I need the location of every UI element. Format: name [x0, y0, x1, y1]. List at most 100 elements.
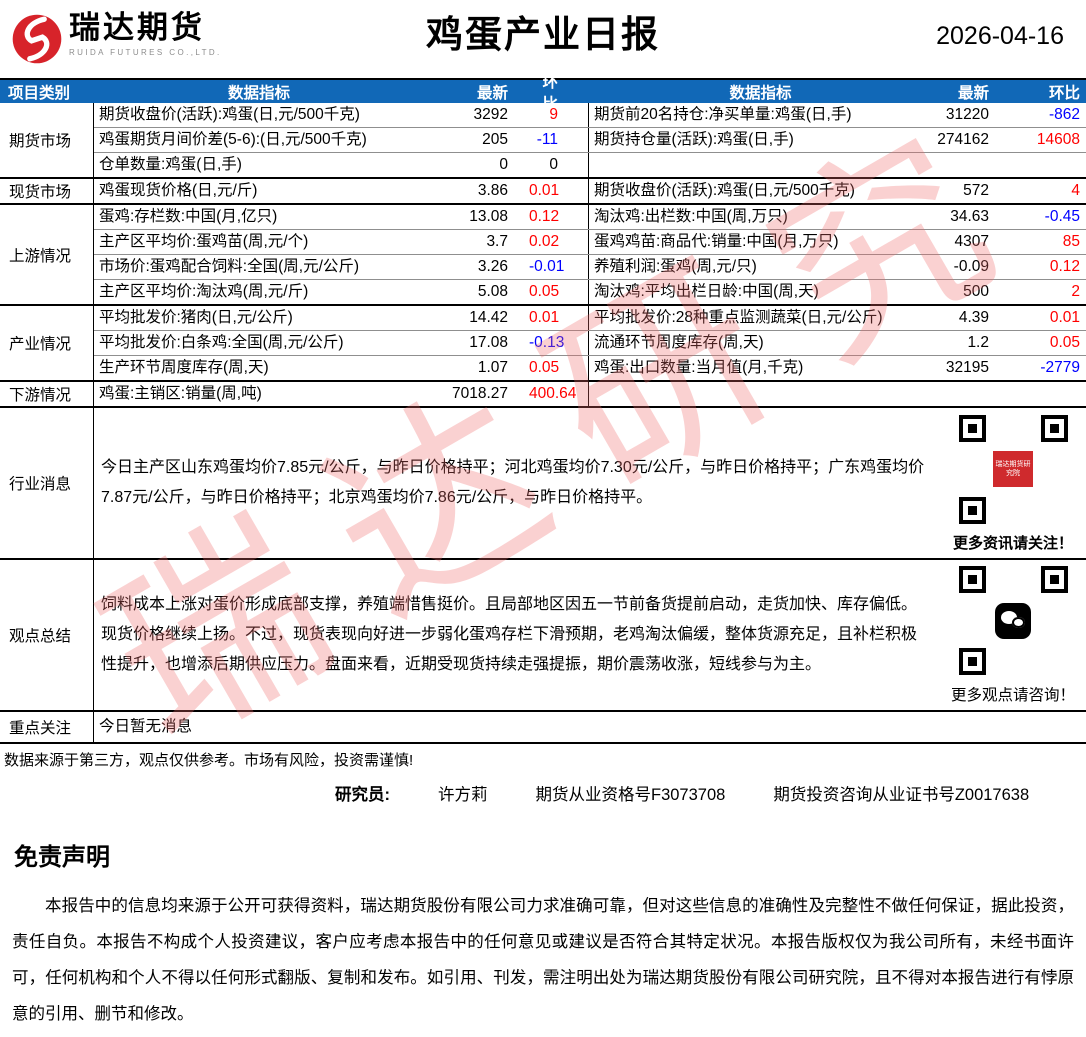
category-label: 产业情况: [0, 306, 94, 380]
qr-caption: 更多观点请咨询！: [950, 687, 1075, 704]
researcher-line: 研究员: 许方莉 期货从业资格号F3073708 期货投资咨询从业证书号Z001…: [0, 772, 1086, 805]
table-row: 平均批发价:猪肉(日,元/公斤) 14.42 0.01 平均批发价:28种重点监测蔬菜…: [94, 306, 1086, 330]
change-value: 4: [1071, 182, 1080, 200]
wechat-icon: [995, 602, 1031, 639]
indicator-label: 期货收盘价(活跃):鸡蛋(日,元/500千克): [99, 106, 360, 124]
indicator-label: 期货收盘价(活跃):鸡蛋(日,元/500千克): [588, 179, 933, 203]
table-row: 仓单数量:鸡蛋(日,手) 0 0: [94, 152, 1086, 177]
table-section: 下游情况 鸡蛋:主销区:销量(周,吨) 7018.27 400.64: [0, 382, 1086, 408]
table-row: 鸡蛋现货价格(日,元/斤) 3.86 0.01 期货收盘价(活跃):鸡蛋(日,元/50…: [94, 179, 1086, 203]
change-value: 0.05: [529, 283, 560, 301]
change-value: -0.45: [1044, 208, 1080, 226]
table-row: 主产区平均价:淘汰鸡(周,元/斤) 5.08 0.05 淘汰鸡:平均出栏日龄:中国(周…: [94, 279, 1086, 304]
latest-value: 5.08: [477, 283, 508, 301]
table-section: 现货市场 鸡蛋现货价格(日,元/斤) 3.86 0.01 期货收盘价(活跃):鸡蛋(日,…: [0, 179, 1086, 205]
qr-finder-icon: [958, 566, 986, 593]
indicator-label: 主产区平均价:蛋鸡苗(周,元/个): [99, 233, 309, 251]
latest-value: 205: [482, 131, 508, 149]
table-header-row: 项目类别 数据指标 最新 环比 数据指标 最新 环比: [0, 74, 1086, 113]
report-header: 瑞达期货 RUIDA FUTURES CO.,LTD. 鸡蛋产业日报 2026-…: [0, 0, 1086, 78]
disclaimer-body: 本报告中的信息均来源于公开可获得资料，瑞达期货股份有限公司力求准确可靠，但对这些…: [12, 897, 1074, 1023]
table-row: 蛋鸡:存栏数:中国(月,亿只) 13.08 0.12 淘汰鸡:出栏数:中国(周,万只)…: [94, 205, 1086, 229]
report-page: 瑞达期货 RUIDA FUTURES CO.,LTD. 鸡蛋产业日报 2026-…: [0, 0, 1086, 1037]
latest-value: 274162: [937, 131, 989, 149]
column-header: 环比: [1048, 84, 1080, 102]
table-row: 市场价:蛋鸡配合饲料:全国(周,元/公斤) 3.26 -0.01 养殖利润:蛋鸡(周,…: [94, 254, 1086, 279]
qr-finder-icon: [958, 496, 986, 524]
column-header: 最新: [476, 84, 508, 102]
researcher-name: 许方莉: [438, 786, 488, 804]
researcher-qualification: 期货从业资格号F3073708: [535, 786, 726, 804]
latest-value: 3.26: [477, 258, 508, 276]
indicator-label: 鸡蛋现货价格(日,元/斤): [99, 182, 258, 200]
qr-finder-icon: [1040, 414, 1068, 442]
latest-value: 3.7: [486, 233, 508, 251]
latest-value: 4307: [954, 233, 989, 251]
section-text: 饲料成本上涨对蛋价形成底部支撑，养殖端惜售挺价。且局部地区因五一节前备货提前启动…: [101, 596, 918, 673]
change-value: -0.01: [529, 258, 565, 276]
change-value: -11: [536, 131, 558, 149]
latest-value: 4.39: [958, 309, 989, 327]
indicator-label: 蛋鸡鸡苗:商品代:销量:中国(月,万只): [588, 230, 933, 254]
indicator-label: 仓单数量:鸡蛋(日,手): [99, 156, 242, 174]
table-row: 鸡蛋期货月间价差(5-6):(日,元/500千克) 205 -11 期货持仓量(活跃)…: [94, 127, 1086, 152]
section-rows: 期货收盘价(活跃):鸡蛋(日,元/500千克) 3292 9 期货前20名持仓:净买单…: [94, 103, 1086, 177]
indicator-label: 鸡蛋期货月间价差(5-6):(日,元/500千克): [99, 131, 367, 149]
column-header: 数据指标: [227, 84, 290, 102]
indicator-label: 平均批发价:28种重点监测蔬菜(日,元/公斤): [588, 306, 933, 330]
table-row: 生产环节周度库存(周,天) 1.07 0.05 鸡蛋:出口数量:当月值(月,千克) 32…: [94, 355, 1086, 380]
researcher-advisor-cert: 期货投资咨询从业证书号Z0017638: [773, 786, 1030, 804]
change-value: 0.02: [529, 233, 560, 251]
table-section: 重点关注 今日暂无消息: [0, 712, 1086, 744]
page-title: 鸡蛋产业日报: [426, 14, 660, 55]
indicator-label: 市场价:蛋鸡配合饲料:全国(周,元/公斤): [99, 258, 360, 276]
indicator-label: 养殖利润:蛋鸡(周,元/只): [588, 255, 933, 279]
indicator-label: 主产区平均价:淘汰鸡(周,元/斤): [99, 283, 309, 301]
change-value: 0.01: [529, 182, 560, 200]
change-value: 0.05: [529, 359, 560, 377]
section-content: 今日主产区山东鸡蛋均价7.85元/公斤，与昨日价格持平；河北鸡蛋均价7.30元/…: [94, 408, 1086, 558]
qr-caption: 更多资讯请关注！: [952, 534, 1073, 552]
latest-value: 14.42: [469, 309, 508, 327]
change-value: 9: [549, 106, 558, 124]
table-section: 产业情况 平均批发价:猪肉(日,元/公斤) 14.42 0.01 平均批发价:28种重点…: [0, 306, 1086, 382]
latest-value: 500: [963, 283, 989, 301]
researcher-label: 研究员:: [335, 786, 390, 804]
category-label: 下游情况: [0, 382, 94, 406]
table-row: 主产区平均价:蛋鸡苗(周,元/个) 3.7 0.02 蛋鸡鸡苗:商品代:销量:中国(月…: [94, 229, 1086, 254]
table-body: 期货市场 期货收盘价(活跃):鸡蛋(日,元/500千克) 3292 9 期货前20名持仓…: [0, 103, 1086, 744]
category-label: 上游情况: [0, 205, 94, 304]
risk-note: 数据来源于第三方，观点仅供参考。市场有风险，投资需谨慎!: [4, 752, 414, 769]
indicator-label: 蛋鸡:存栏数:中国(月,亿只): [99, 208, 278, 226]
latest-value: 3.86: [477, 182, 508, 200]
section-content: 饲料成本上涨对蛋价形成底部支撑，养殖端惜售挺价。且局部地区因五一节前备货提前启动…: [94, 560, 1086, 710]
indicator-label: 平均批发价:猪肉(日,元/公斤): [99, 309, 293, 327]
column-header: 最新: [957, 84, 989, 102]
report-date: 2026-04-16: [936, 22, 1064, 50]
qr-block: 更多观点请咨询！: [940, 561, 1086, 709]
section-rows: 平均批发价:猪肉(日,元/公斤) 14.42 0.01 平均批发价:28种重点监测蔬菜…: [94, 306, 1086, 380]
indicator-label: 期货持仓量(活跃):鸡蛋(日,手): [588, 128, 933, 152]
indicator-label: 淘汰鸡:平均出栏日龄:中国(周,天): [588, 280, 933, 304]
indicator-label: 生产环节周度库存(周,天): [99, 359, 269, 377]
indicator-label: 流通环节周度库存(周,天): [588, 331, 933, 355]
qr-finder-icon: [958, 414, 986, 442]
change-value: 0: [549, 156, 558, 174]
latest-value: 34.63: [950, 208, 989, 226]
table-section: 观点总结 饲料成本上涨对蛋价形成底部支撑，养殖端惜售挺价。且局部地区因五一节前备货…: [0, 560, 1086, 712]
category-label: 重点关注: [0, 712, 94, 742]
latest-value: 17.08: [469, 334, 508, 352]
latest-value: 0: [499, 156, 508, 174]
qr-finder-icon: [1040, 566, 1068, 593]
change-value: -862: [1048, 106, 1080, 124]
table-row: 期货收盘价(活跃):鸡蛋(日,元/500千克) 3292 9 期货前20名持仓:净买单…: [94, 103, 1086, 127]
indicator-label: [588, 153, 933, 177]
category-label: 观点总结: [0, 560, 94, 710]
latest-value: 1.2: [967, 334, 989, 352]
change-value: 2: [1071, 283, 1080, 301]
section-rows: 蛋鸡:存栏数:中国(月,亿只) 13.08 0.12 淘汰鸡:出栏数:中国(周,万只)…: [94, 205, 1086, 304]
latest-value: 32195: [945, 359, 989, 377]
section-text: 今日暂无消息: [99, 717, 193, 735]
latest-value: 13.08: [469, 208, 508, 226]
data-table: 项目类别 数据指标 最新 环比 数据指标 最新 环比 期货市场 期货收盘价(活跃)…: [0, 74, 1086, 744]
